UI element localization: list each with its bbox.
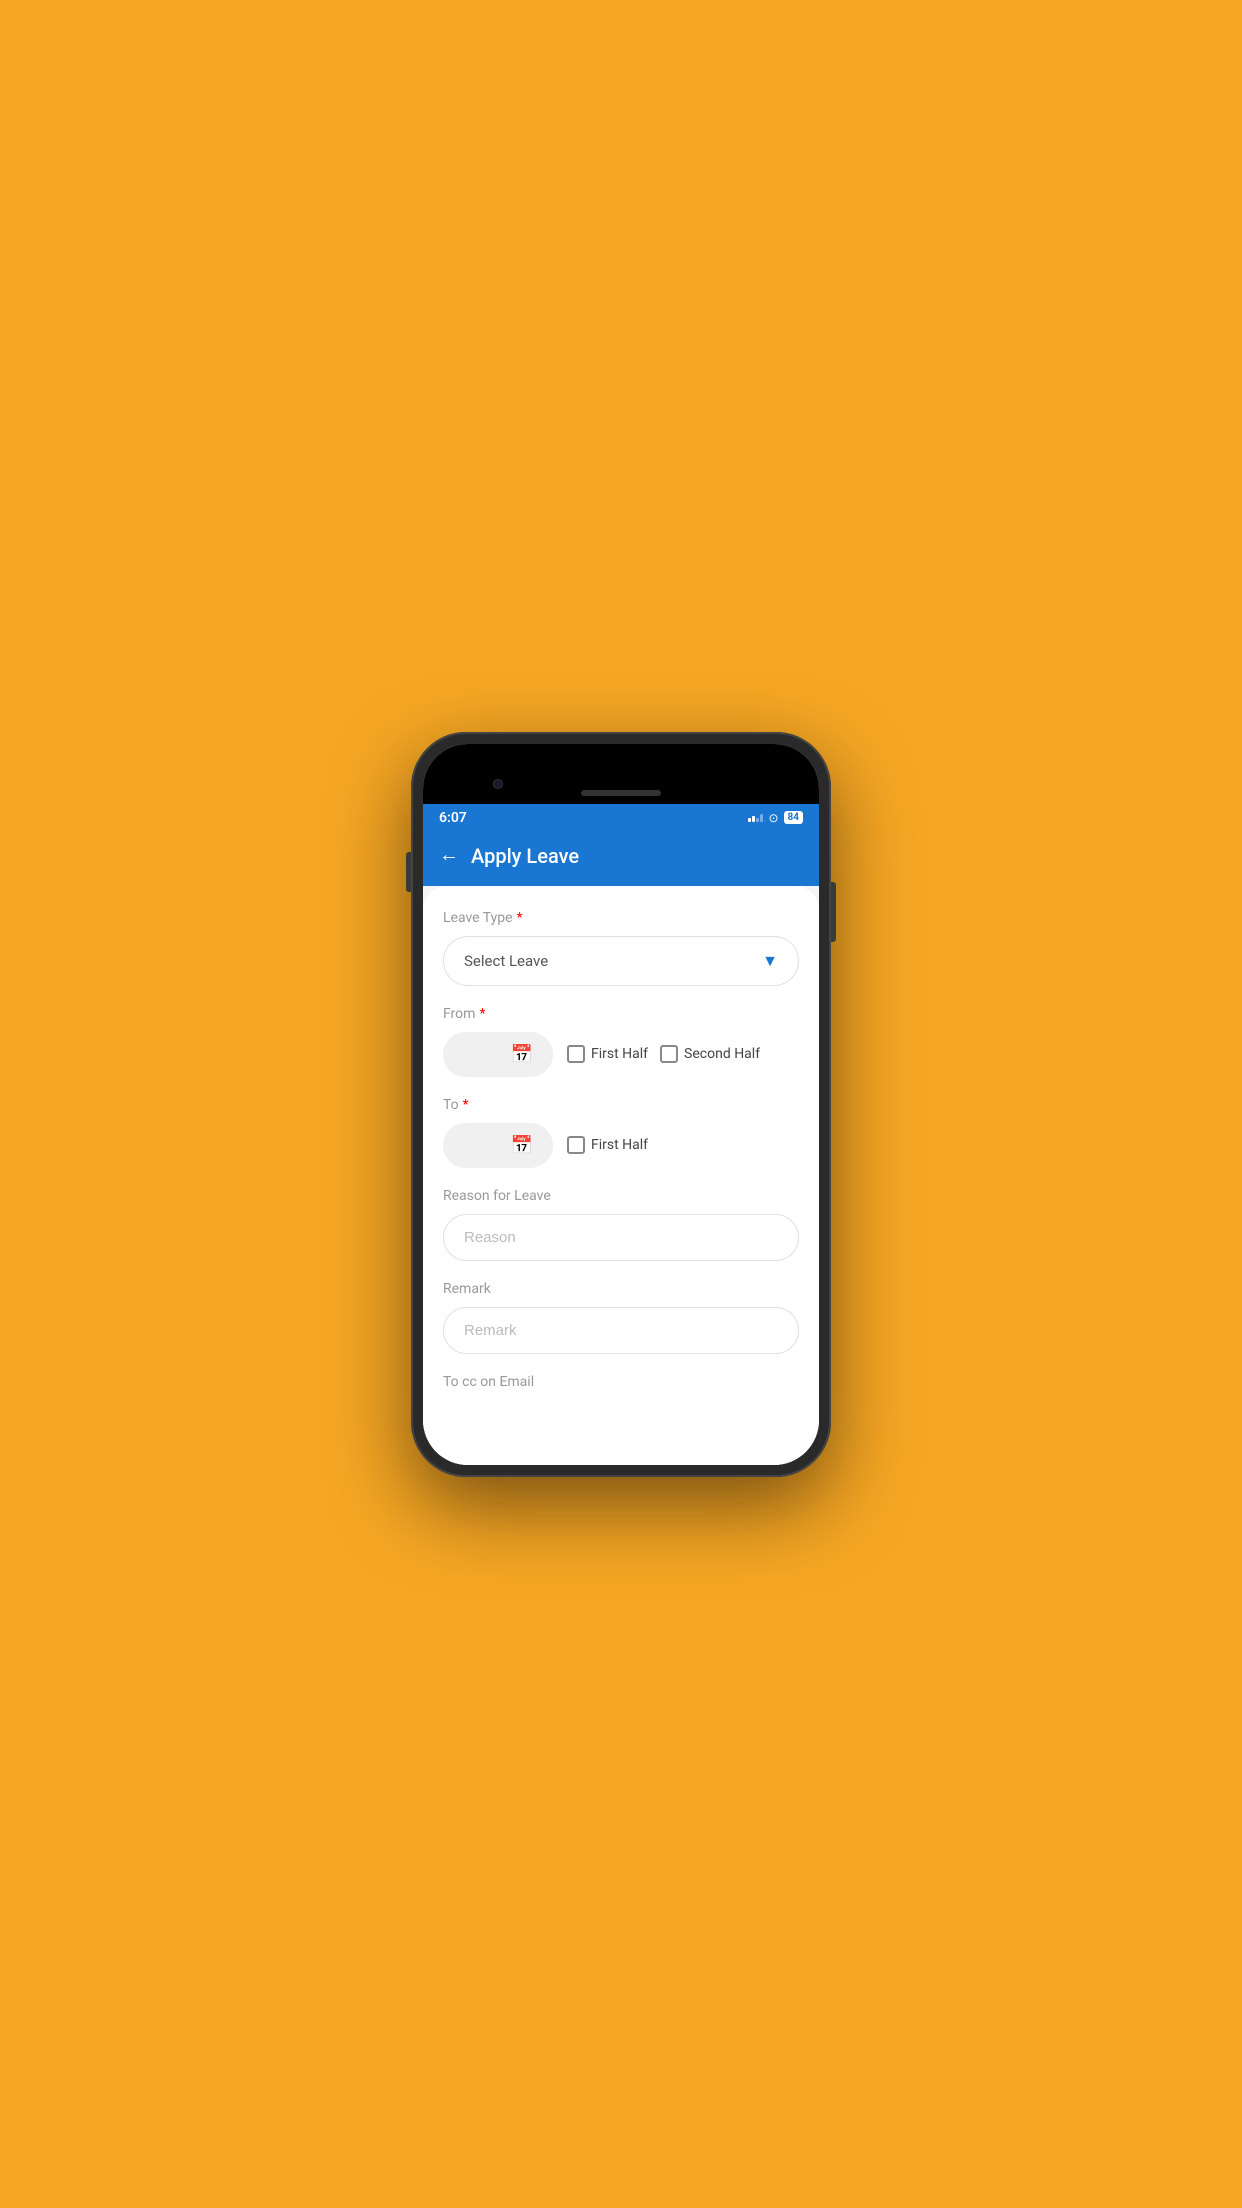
to-section: To * 📅 First Half bbox=[443, 1097, 799, 1168]
to-date-input[interactable]: 📅 bbox=[443, 1123, 553, 1168]
to-first-half-box[interactable] bbox=[567, 1136, 585, 1154]
from-second-half-box[interactable] bbox=[660, 1045, 678, 1063]
front-camera bbox=[493, 779, 503, 789]
to-cc-section: To cc on Email bbox=[443, 1374, 799, 1390]
status-bar: 6:07 ⊙ 84 bbox=[423, 804, 819, 832]
remark-section: Remark bbox=[443, 1281, 799, 1354]
from-first-half-label: First Half bbox=[591, 1046, 648, 1062]
signal-bars-icon bbox=[748, 814, 763, 822]
reason-section: Reason for Leave bbox=[443, 1188, 799, 1261]
battery-icon: 84 bbox=[784, 811, 803, 824]
app-header: ← Apply Leave bbox=[423, 832, 819, 886]
to-date-row: 📅 First Half bbox=[443, 1123, 799, 1168]
to-label: To * bbox=[443, 1097, 799, 1113]
reason-label: Reason for Leave bbox=[443, 1188, 799, 1204]
from-second-half-label: Second Half bbox=[684, 1046, 760, 1062]
to-cc-label: To cc on Email bbox=[443, 1374, 799, 1390]
status-time: 6:07 bbox=[439, 810, 467, 826]
leave-type-section: Leave Type * Select Leave ▼ bbox=[443, 910, 799, 986]
reason-input[interactable] bbox=[443, 1214, 799, 1261]
notch-area bbox=[423, 744, 819, 804]
content-area: Leave Type * Select Leave ▼ From * bbox=[423, 886, 819, 1465]
dropdown-arrow-icon: ▼ bbox=[762, 951, 778, 971]
from-date-row: 📅 First Half Second Half bbox=[443, 1032, 799, 1077]
leave-type-value: Select Leave bbox=[464, 952, 548, 970]
phone-inner: 6:07 ⊙ 84 ← Apply Leave bbox=[423, 744, 819, 1465]
required-star-leave-type: * bbox=[517, 910, 523, 926]
leave-type-dropdown[interactable]: Select Leave ▼ bbox=[443, 936, 799, 986]
to-checkboxes: First Half bbox=[567, 1136, 648, 1154]
from-date-input[interactable]: 📅 bbox=[443, 1032, 553, 1077]
from-checkboxes: First Half Second Half bbox=[567, 1045, 760, 1063]
remark-label: Remark bbox=[443, 1281, 799, 1297]
wifi-icon: ⊙ bbox=[768, 811, 778, 825]
phone-frame: 6:07 ⊙ 84 ← Apply Leave bbox=[411, 732, 831, 1477]
required-star-to: * bbox=[463, 1097, 469, 1113]
speaker bbox=[581, 790, 661, 796]
phone-screen: 6:07 ⊙ 84 ← Apply Leave bbox=[423, 744, 819, 1465]
from-first-half-checkbox[interactable]: First Half bbox=[567, 1045, 648, 1063]
status-icons: ⊙ 84 bbox=[748, 811, 803, 825]
to-first-half-label: First Half bbox=[591, 1137, 648, 1153]
page-title: Apply Leave bbox=[471, 844, 579, 868]
required-star-from: * bbox=[479, 1006, 485, 1022]
from-label: From * bbox=[443, 1006, 799, 1022]
back-button[interactable]: ← bbox=[439, 844, 459, 867]
to-first-half-checkbox[interactable]: First Half bbox=[567, 1136, 648, 1154]
from-section: From * 📅 First Half bbox=[443, 1006, 799, 1077]
calendar-icon-from: 📅 bbox=[511, 1044, 533, 1065]
leave-type-label: Leave Type * bbox=[443, 910, 799, 926]
from-first-half-box[interactable] bbox=[567, 1045, 585, 1063]
calendar-icon-to: 📅 bbox=[511, 1135, 533, 1156]
from-second-half-checkbox[interactable]: Second Half bbox=[660, 1045, 760, 1063]
form-card: Leave Type * Select Leave ▼ From * bbox=[423, 886, 819, 1465]
remark-input[interactable] bbox=[443, 1307, 799, 1354]
